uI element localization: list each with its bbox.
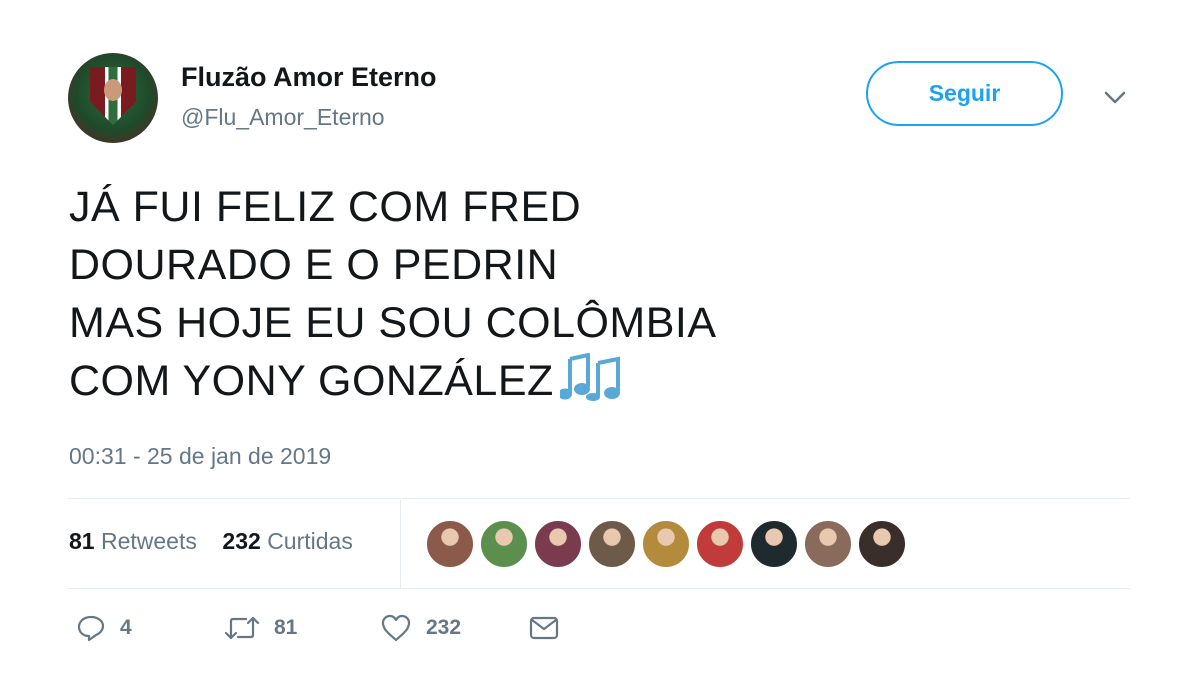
retweets-stat[interactable]: 81 Retweets — [69, 528, 197, 554]
retweets-count: 81 — [69, 528, 95, 554]
divider — [68, 498, 1130, 499]
retweet-icon — [224, 614, 260, 642]
tweet-stats: 81 Retweets 232 Curtidas — [69, 528, 353, 555]
user-handle[interactable]: @Flu_Amor_Eterno — [181, 104, 385, 131]
heart-icon — [380, 614, 412, 642]
tweet-line: DOURADO E O PEDRIN — [69, 241, 559, 289]
tweet-line: COM YONY GONZÁLEZ — [69, 357, 554, 405]
chevron-down-icon[interactable] — [1103, 88, 1127, 108]
likes-label: Curtidas — [267, 528, 353, 554]
tweet-line: JÁ FUI FELIZ COM FRED — [69, 183, 582, 231]
tweet-timestamp[interactable]: 00:31 - 25 de jan de 2019 — [69, 443, 331, 470]
liker-avatar[interactable] — [480, 520, 528, 568]
musical-notes-icon — [557, 352, 622, 416]
retweet-action[interactable]: 81 — [224, 614, 297, 642]
liker-avatar[interactable] — [804, 520, 852, 568]
liker-avatar[interactable] — [588, 520, 636, 568]
liker-avatar[interactable] — [642, 520, 690, 568]
reply-count: 4 — [120, 616, 132, 639]
reply-action[interactable]: 4 — [76, 614, 132, 642]
liker-avatar[interactable] — [696, 520, 744, 568]
like-count: 232 — [426, 616, 462, 639]
tweet-text: JÁ FUI FELIZ COM FRED DOURADO E O PEDRIN… — [69, 178, 717, 416]
likes-count: 232 — [222, 528, 261, 554]
stats-divider — [400, 500, 401, 588]
avatar[interactable] — [68, 53, 158, 143]
divider — [68, 588, 1130, 589]
likes-stat[interactable]: 232 Curtidas — [222, 528, 352, 554]
liker-avatar[interactable] — [750, 520, 798, 568]
avatar-face — [104, 79, 122, 101]
liker-avatar[interactable] — [534, 520, 582, 568]
reply-icon — [76, 614, 106, 642]
display-name[interactable]: Fluzão Amor Eterno — [181, 62, 437, 93]
follow-button[interactable]: Seguir — [866, 61, 1063, 126]
retweets-label: Retweets — [100, 528, 197, 554]
like-action[interactable]: 232 — [380, 614, 461, 642]
retweet-count: 81 — [274, 616, 298, 639]
tweet-line: MAS HOJE EU SOU COLÔMBIA — [69, 299, 717, 347]
liker-avatar[interactable] — [426, 520, 474, 568]
envelope-icon — [528, 614, 560, 642]
liker-avatar[interactable] — [858, 520, 906, 568]
message-action[interactable] — [528, 614, 560, 642]
